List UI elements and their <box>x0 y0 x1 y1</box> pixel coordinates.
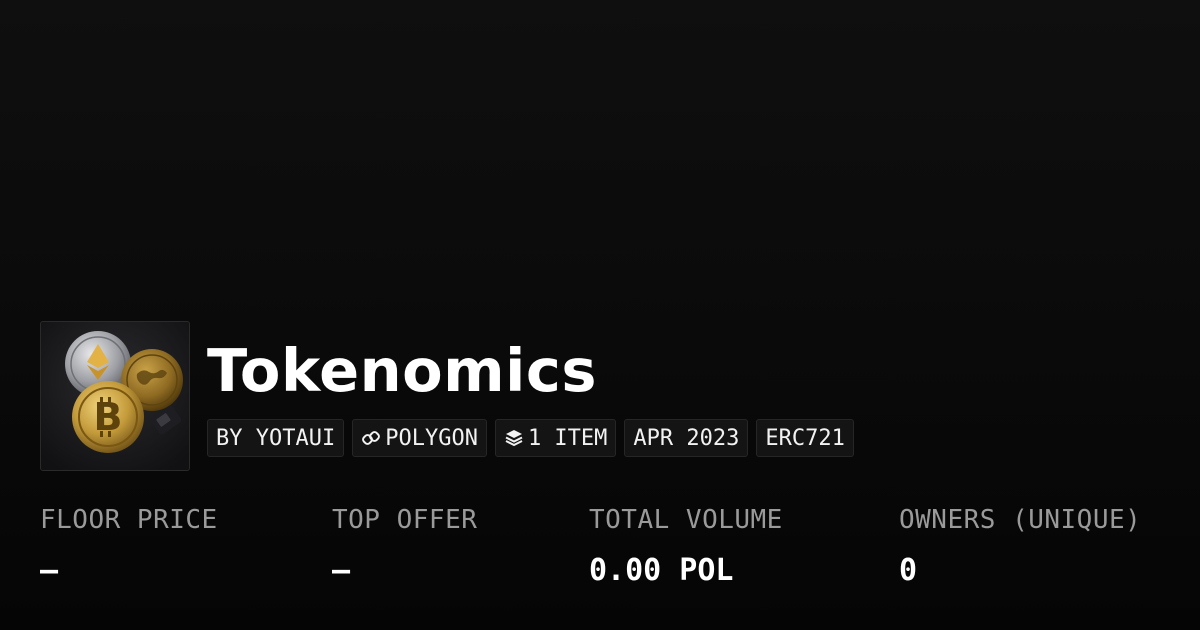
collection-avatar[interactable]: B <box>40 321 190 471</box>
collection-info: Tokenomics BY YOTAUI POLYGON 1 ITEM APR … <box>207 321 854 457</box>
creator-badge[interactable]: BY YOTAUI <box>207 419 345 457</box>
collection-badges: BY YOTAUI POLYGON 1 ITEM APR 2023 ERC721 <box>207 419 854 457</box>
items-badge[interactable]: 1 ITEM <box>494 419 617 457</box>
stat-floor-price: FLOOR PRICE – <box>40 505 218 588</box>
owners-label: OWNERS (UNIQUE) <box>899 505 1142 535</box>
total-volume-value: 0.00 POL <box>589 553 734 588</box>
crypto-coins-image: B <box>41 322 189 470</box>
top-offer-label: TOP OFFER <box>332 505 478 535</box>
layers-icon <box>504 428 524 448</box>
date-badge: APR 2023 <box>624 419 749 457</box>
collection-title: Tokenomics <box>207 336 597 405</box>
floor-price-value: – <box>40 553 59 588</box>
date-label: APR 2023 <box>633 425 740 451</box>
items-label: 1 ITEM <box>527 425 608 451</box>
top-offer-value: – <box>332 553 351 588</box>
stat-total-volume: TOTAL VOLUME 0.00 POL <box>589 505 783 588</box>
chain-badge[interactable]: POLYGON <box>352 419 487 457</box>
link-icon <box>361 428 381 448</box>
collection-header: B Tokenomics BY YOTAUI POLYGON 1 ITEM AP… <box>40 321 854 471</box>
stat-owners: OWNERS (UNIQUE) 0 <box>899 505 1141 588</box>
total-volume-label: TOTAL VOLUME <box>589 505 783 535</box>
creator-label: BY YOTAUI <box>216 425 336 451</box>
floor-price-label: FLOOR PRICE <box>40 505 218 535</box>
standard-label: ERC721 <box>765 425 845 451</box>
chain-label: POLYGON <box>385 425 478 451</box>
standard-badge: ERC721 <box>756 419 854 457</box>
owners-value: 0 <box>899 553 918 588</box>
stat-top-offer: TOP OFFER – <box>332 505 477 588</box>
collection-stats: FLOOR PRICE – TOP OFFER – TOTAL VOLUME 0… <box>0 505 1200 605</box>
